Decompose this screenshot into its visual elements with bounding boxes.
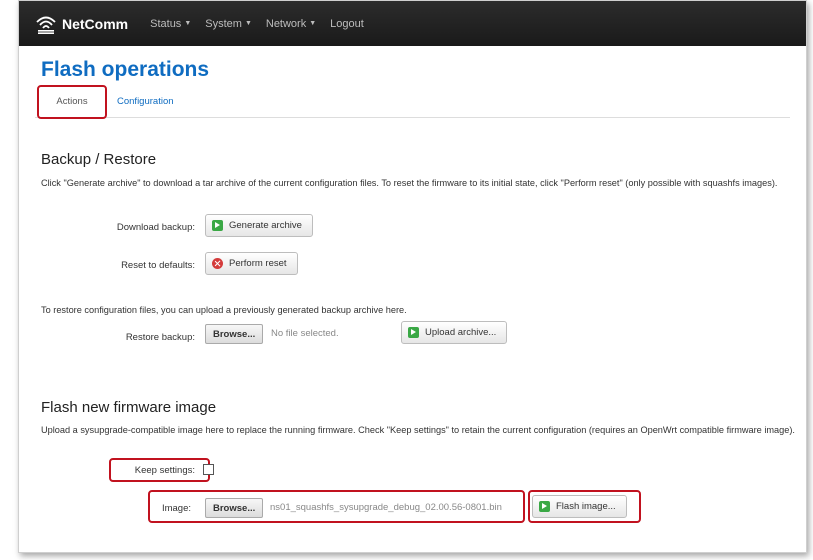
- backup-description: Click "Generate archive" to download a t…: [41, 178, 778, 188]
- nav-item-status[interactable]: Status ▼: [150, 18, 191, 30]
- nav-item-label: System: [205, 17, 242, 30]
- go-icon: [539, 501, 550, 512]
- restore-browse-button[interactable]: Browse...: [205, 324, 264, 344]
- netcomm-logo-icon: [36, 16, 56, 34]
- brand[interactable]: NetComm: [35, 14, 128, 34]
- perform-reset-button[interactable]: Perform reset: [205, 252, 298, 275]
- reset-defaults-label: Reset to defaults:: [121, 260, 195, 271]
- tab-bar: Actions Configuration: [35, 85, 790, 119]
- page-title: Flash operations: [41, 58, 210, 81]
- caret-down-icon: ▼: [309, 20, 317, 27]
- nav-item-label: Status: [150, 17, 182, 30]
- restore-file-status: No file selected.: [271, 328, 339, 339]
- download-backup-label: Download backup:: [116, 222, 195, 233]
- button-label: Flash image...: [556, 501, 616, 512]
- brand-name: NetComm: [62, 15, 129, 32]
- nav-item-label: Network: [265, 17, 307, 30]
- flash-image-button[interactable]: Flash image...: [532, 495, 627, 518]
- caret-down-icon: ▼: [184, 20, 192, 27]
- image-browse-button[interactable]: Browse...: [205, 498, 264, 518]
- flash-description: Upload a sysupgrade-compatible image her…: [41, 425, 795, 435]
- navbar: NetComm Status ▼ System ▼ Network ▼ Logo…: [19, 1, 806, 46]
- backup-section-title: Backup / Restore: [41, 151, 157, 168]
- go-icon: [212, 220, 223, 231]
- button-label: Upload archive...: [425, 327, 497, 338]
- restore-backup-label: Restore backup:: [125, 332, 195, 343]
- tab-actions[interactable]: Actions: [37, 85, 107, 119]
- keep-settings-label: Keep settings:: [134, 465, 195, 476]
- browser-frame: NetComm Status ▼ System ▼ Network ▼ Logo…: [18, 0, 807, 553]
- button-label: Perform reset: [229, 258, 287, 269]
- generate-archive-button[interactable]: Generate archive: [205, 214, 313, 237]
- upload-archive-button[interactable]: Upload archive...: [401, 321, 508, 344]
- restore-description: To restore configuration files, you can …: [41, 305, 407, 315]
- go-icon: [408, 327, 419, 338]
- flash-section-title: Flash new firmware image: [41, 399, 217, 416]
- image-label: Image:: [161, 503, 191, 514]
- nav-item-system[interactable]: System ▼: [205, 18, 252, 30]
- nav-item-network[interactable]: Network ▼: [266, 18, 316, 30]
- tab-configuration[interactable]: Configuration: [117, 87, 174, 118]
- caret-down-icon: ▼: [244, 20, 252, 27]
- keep-settings-checkbox[interactable]: [203, 464, 214, 475]
- nav-menu: Status ▼ System ▼ Network ▼ Logout: [150, 18, 378, 30]
- nav-item-logout[interactable]: Logout: [330, 18, 364, 30]
- button-label: Generate archive: [229, 220, 302, 231]
- image-file-name: ns01_squashfs_sysupgrade_debug_02.00.56-…: [270, 502, 502, 513]
- nav-item-label: Logout: [330, 17, 364, 30]
- reset-icon: [212, 258, 223, 269]
